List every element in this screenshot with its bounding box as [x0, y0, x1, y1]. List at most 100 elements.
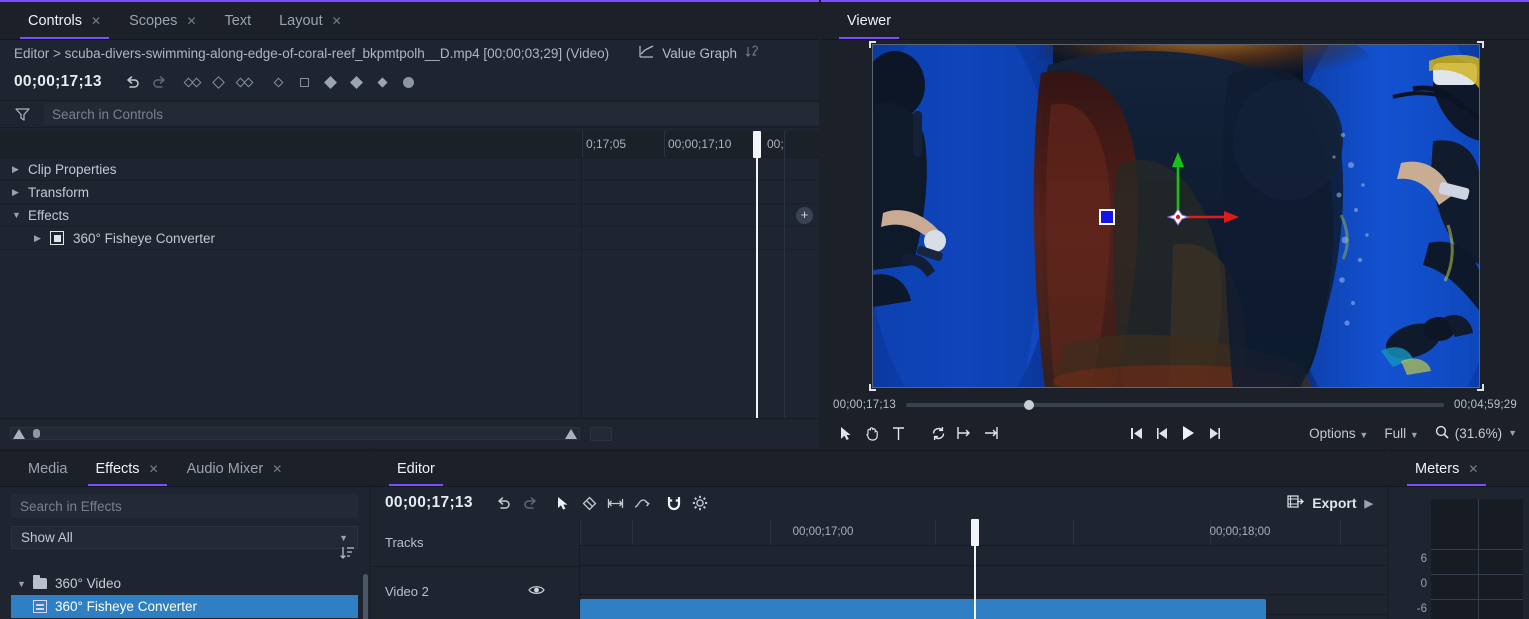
tab-meters[interactable]: Meters ✕ — [1401, 451, 1492, 486]
keyframe-linear-icon[interactable] — [266, 70, 292, 94]
scrubber-knob[interactable] — [1024, 400, 1034, 410]
transform-gizmo[interactable] — [873, 45, 1480, 388]
tab-controls[interactable]: Controls ✕ — [14, 2, 115, 39]
close-icon[interactable]: ✕ — [332, 15, 342, 27]
tab-audio-mixer-label: Audio Mixer — [187, 461, 264, 477]
keyframe-ease-out-icon[interactable] — [370, 70, 396, 94]
add-effect-button[interactable]: + — [796, 207, 813, 224]
tab-audio-mixer[interactable]: Audio Mixer ✕ — [173, 451, 297, 486]
meters-body: 6 0 -6 -12 -18 — [1389, 487, 1529, 619]
timeline-ruler[interactable]: 00;00;17;00 00;00;18;00 — [580, 519, 1387, 546]
loop-playback-icon[interactable] — [925, 421, 951, 445]
redo-icon[interactable] — [517, 491, 543, 515]
keyframe-ease-icon[interactable] — [318, 70, 344, 94]
close-icon[interactable]: ✕ — [186, 15, 196, 27]
editor-timecode[interactable]: 00;00;17;13 — [385, 494, 473, 512]
viewer-scrubber[interactable]: 00;00;17;13 00;04;59;29 — [821, 392, 1529, 418]
snap-magnet-icon[interactable] — [661, 491, 687, 515]
tab-viewer[interactable]: Viewer — [833, 2, 905, 39]
chevron-right-icon[interactable]: ▶ — [34, 233, 50, 244]
tab-scopes[interactable]: Scopes ✕ — [115, 2, 210, 39]
property-row-clip-properties[interactable]: ▶ Clip Properties — [0, 158, 581, 181]
hand-tool-icon[interactable] — [859, 421, 885, 445]
mark-in-icon[interactable] — [951, 421, 977, 445]
timeline-clip[interactable] — [580, 599, 1266, 619]
trim-tool-icon[interactable] — [603, 491, 629, 515]
tab-media[interactable]: Media — [14, 451, 82, 486]
close-icon[interactable]: ✕ — [149, 463, 159, 475]
value-graph-button[interactable]: Value Graph — [639, 45, 758, 61]
effects-search-bar[interactable] — [11, 494, 358, 518]
mark-out-icon[interactable] — [977, 421, 1003, 445]
go-to-start-icon[interactable] — [1123, 421, 1149, 445]
playhead[interactable] — [974, 519, 976, 619]
zoom-preset-button[interactable] — [590, 427, 612, 441]
next-keyframe-icon[interactable] — [232, 70, 258, 94]
selection-tool-icon[interactable] — [833, 421, 859, 445]
effects-scrollbar[interactable] — [363, 574, 368, 619]
playhead[interactable] — [756, 131, 758, 418]
editor-tabbar: Editor — [371, 450, 1387, 487]
scrubber-track[interactable] — [906, 403, 1444, 407]
settings-gear-icon[interactable] — [687, 491, 713, 515]
effects-item-fisheye-converter[interactable]: 360° Fisheye Converter — [11, 595, 358, 618]
tab-layout[interactable]: Layout ✕ — [265, 2, 356, 39]
chevron-down-icon[interactable]: ▼ — [17, 579, 33, 589]
chevron-down-icon[interactable]: ▼ — [12, 210, 28, 220]
chevron-right-icon[interactable]: ▶ — [12, 187, 28, 198]
options-button[interactable]: Options ▼ — [1309, 426, 1368, 441]
quality-dropdown[interactable]: Full ▼ — [1384, 426, 1418, 441]
controls-timecode[interactable]: 00;00;17;13 — [14, 73, 102, 91]
sort-toggle-icon[interactable] — [745, 45, 758, 61]
horizontal-zoom-scrollbar[interactable] — [10, 427, 580, 440]
zoom-dropdown[interactable]: (31.6%) ▼ — [1435, 425, 1517, 442]
tab-text[interactable]: Text — [211, 2, 266, 39]
link-tool-icon[interactable] — [629, 491, 655, 515]
step-back-icon[interactable] — [1149, 421, 1175, 445]
zoom-in-handle-icon[interactable] — [565, 429, 577, 439]
close-icon[interactable]: ✕ — [91, 15, 101, 27]
close-icon[interactable]: ✕ — [1468, 463, 1478, 475]
sort-order-icon[interactable] — [339, 545, 355, 566]
undo-icon[interactable] — [120, 70, 146, 94]
tab-editor[interactable]: Editor — [383, 451, 449, 486]
track-row-video1[interactable] — [580, 595, 1387, 615]
close-icon[interactable]: ✕ — [272, 463, 282, 475]
selection-tool-icon[interactable] — [551, 491, 577, 515]
ruler-label: 00; — [767, 137, 784, 151]
previous-keyframe-icon[interactable] — [180, 70, 206, 94]
export-button[interactable]: Export ▶ — [1287, 494, 1373, 512]
add-keyframe-icon[interactable] — [206, 70, 232, 94]
razor-tool-icon[interactable] — [577, 491, 603, 515]
search-input[interactable] — [44, 103, 819, 125]
property-list: ▶ Clip Properties ▶ Transform ▼ Effects … — [0, 131, 581, 418]
step-forward-icon[interactable] — [1201, 421, 1227, 445]
property-row-fisheye-converter[interactable]: ▶ 360° Fisheye Converter — [0, 227, 581, 250]
filter-icon[interactable] — [0, 107, 44, 121]
track-row-video2-top[interactable] — [580, 566, 1387, 595]
text-tool-icon[interactable] — [885, 421, 911, 445]
tab-scopes-label: Scopes — [129, 13, 177, 29]
redo-icon[interactable] — [146, 70, 172, 94]
chevron-right-icon[interactable]: ▶ — [12, 164, 28, 175]
effect-enabled-icon[interactable] — [50, 231, 64, 245]
chevron-right-icon[interactable]: ▶ — [1365, 497, 1373, 510]
meter-graph[interactable] — [1431, 499, 1523, 619]
zoom-out-handle-icon[interactable] — [13, 429, 25, 439]
video-preview-canvas[interactable] — [872, 44, 1480, 388]
keyframe-ease-in-icon[interactable] — [344, 70, 370, 94]
effects-folder-360-video[interactable]: ▼ 360° Video — [11, 572, 358, 595]
keyframe-smooth-icon[interactable] — [396, 70, 422, 94]
tab-effects[interactable]: Effects ✕ — [82, 451, 173, 486]
property-row-transform[interactable]: ▶ Transform — [0, 181, 581, 204]
effects-filter-dropdown[interactable]: Show All ▼ — [11, 526, 358, 549]
track-header-video-2[interactable]: Video 2 — [371, 566, 579, 616]
effects-search-input[interactable] — [11, 499, 358, 514]
keyframe-hold-icon[interactable] — [292, 70, 318, 94]
track-visibility-icon[interactable] — [528, 584, 545, 599]
play-button[interactable] — [1175, 421, 1201, 445]
undo-icon[interactable] — [491, 491, 517, 515]
controls-search-bar — [0, 100, 819, 128]
scroll-nub[interactable] — [33, 429, 40, 438]
property-row-effects[interactable]: ▼ Effects — [0, 204, 581, 227]
